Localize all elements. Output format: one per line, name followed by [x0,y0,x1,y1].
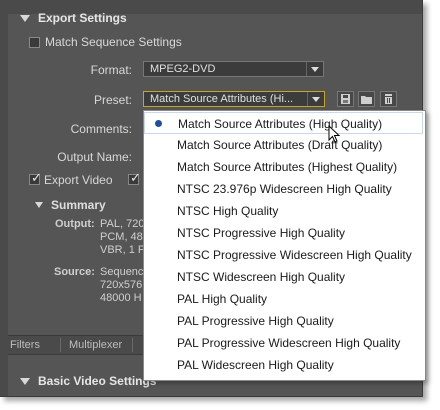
preset-option-label: PAL Progressive Widescreen High Quality [177,336,401,350]
collapse-triangle-icon[interactable] [20,14,30,22]
summary-output-line: VBR, 1 P [100,244,146,256]
preset-option[interactable]: PAL Progressive Widescreen High Quality [144,332,423,354]
import-preset-button[interactable] [358,91,375,107]
summary-title: Summary [51,198,106,212]
preset-option[interactable]: Match Source Attributes (Draft Quality) [144,134,423,156]
preset-option-label: PAL Progressive High Quality [177,314,334,328]
tab-divider [132,338,133,352]
save-preset-icon [341,94,350,104]
tab-filters[interactable]: Filters [8,336,40,354]
checkmark-icon: ✓ [130,170,141,185]
export-audio-checkbox[interactable]: ✓ [128,170,141,185]
chevron-down-icon [306,62,323,76]
export-settings-title: Export Settings [38,11,127,25]
format-select[interactable]: MPEG2-DVD [143,61,324,77]
import-preset-icon [361,96,372,104]
delete-preset-button[interactable] [380,91,397,107]
output-name-label: Output Name: [57,150,132,164]
preset-dropdown-menu: Match Source Attributes (High Quality) M… [143,110,426,381]
export-video-checkbox[interactable]: ✓ [29,170,42,185]
collapse-triangle-icon[interactable] [35,202,43,208]
preset-value: Match Source Attributes (Hi... [150,93,294,105]
summary-source-line: 48000 H [100,292,142,304]
panel-left-frame [0,0,8,396]
preset-option-label: PAL High Quality [177,292,268,306]
match-sequence-checkbox[interactable] [29,37,40,48]
summary-output-label: Output: [55,218,95,230]
preset-option[interactable]: NTSC 23.976p Widescreen High Quality [144,178,423,200]
preset-option-label: NTSC Progressive Widescreen High Quality [177,248,412,262]
preset-option[interactable]: NTSC High Quality [144,200,423,222]
export-settings-header[interactable]: Export Settings [8,7,416,29]
summary-source-line: 720x576 [100,279,143,291]
match-sequence-label: Match Sequence Settings [45,35,182,49]
preset-option[interactable]: PAL High Quality [144,288,423,310]
summary-output-line: PAL, 720 [100,218,145,230]
summary-source-line: Sequenc [100,266,144,278]
preset-option-label: PAL Widescreen High Quality [177,358,334,372]
preset-label: Preset: [93,93,132,107]
collapse-triangle-icon[interactable] [20,377,30,385]
format-value: MPEG2-DVD [150,63,216,75]
summary-header[interactable]: Summary [35,198,106,212]
preset-option[interactable]: NTSC Progressive High Quality [144,222,423,244]
preset-option[interactable]: NTSC Progressive Widescreen High Quality [144,244,423,266]
comments-label: Comments: [70,122,132,136]
basic-video-settings-title: Basic Video Settings [38,374,157,388]
preset-option-label: NTSC High Quality [177,204,279,218]
format-label: Format: [90,63,132,77]
save-preset-button[interactable] [337,91,354,107]
tab-multiplexer[interactable]: Multiplexer [67,336,122,354]
chevron-down-icon [307,92,324,106]
tab-divider [60,338,61,352]
summary-output-line: PCM, 48 [100,231,143,243]
selected-dot-icon [155,120,162,127]
preset-option[interactable]: Match Source Attributes (High Quality) [144,112,423,134]
preset-select[interactable]: Match Source Attributes (Hi... [143,91,325,107]
summary-source-label: Source: [54,266,95,278]
preset-option-label: NTSC Widescreen High Quality [177,270,346,284]
checkmark-icon: ✓ [31,170,42,185]
preset-option-label: Match Source Attributes (Draft Quality) [177,138,383,152]
preset-option-label: Match Source Attributes (Highest Quality… [177,160,398,174]
preset-option[interactable]: PAL Widescreen High Quality [144,354,423,376]
mouse-pointer-icon [328,125,340,143]
delete-preset-icon [385,94,392,104]
preset-option-label: NTSC 23.976p Widescreen High Quality [177,182,392,196]
preset-option[interactable]: NTSC Widescreen High Quality [144,266,423,288]
preset-option[interactable]: PAL Progressive High Quality [144,310,423,332]
preset-option-label: Match Source Attributes (High Quality) [178,117,383,131]
export-video-label: Export Video [44,173,113,187]
preset-option-label: NTSC Progressive High Quality [177,226,346,240]
preset-option[interactable]: Match Source Attributes (Highest Quality… [144,156,423,178]
